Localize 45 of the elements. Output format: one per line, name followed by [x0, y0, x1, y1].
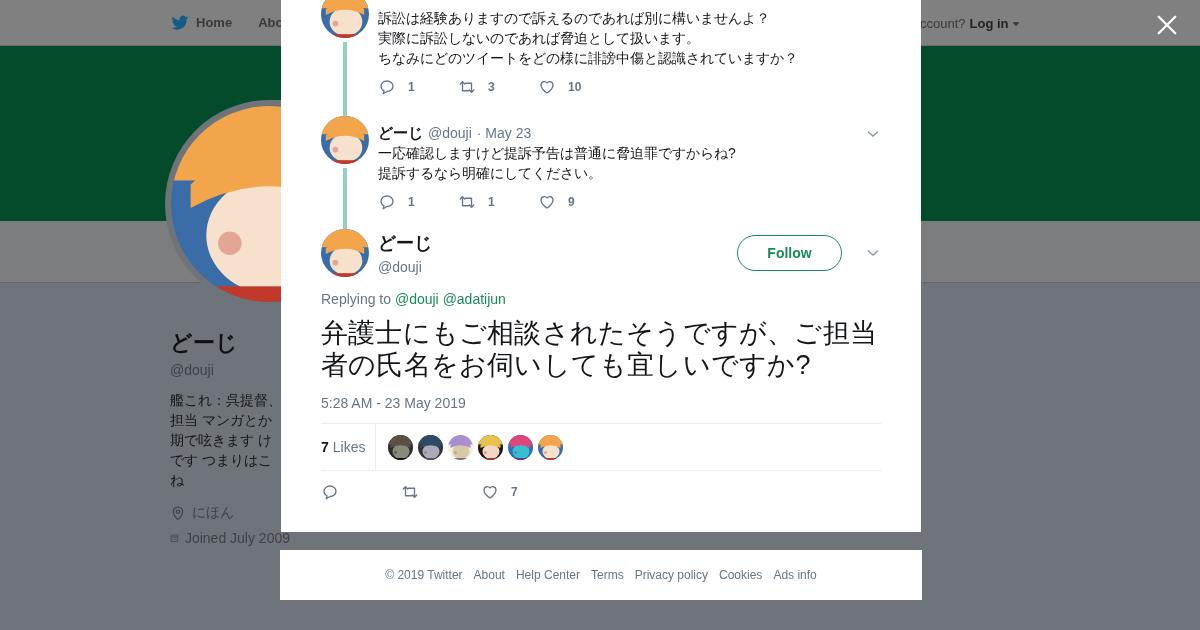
tweet-text: 一応確認しますけど提訴予告は普通に脅迫罪ですからね? 提訴するなら明確にしてください。 — [378, 144, 737, 183]
copyright-text: © 2019 Twitter — [385, 568, 463, 582]
caret-icon — [1011, 19, 1020, 28]
heart-icon[interactable] — [538, 78, 556, 96]
heart-icon[interactable] — [538, 193, 556, 211]
reply-icon[interactable] — [378, 78, 396, 96]
retweet-icon[interactable] — [458, 78, 476, 96]
footer-link[interactable]: Cookies — [719, 568, 763, 582]
author-handle: @douji — [378, 259, 423, 275]
location-icon — [170, 505, 186, 521]
mention-link[interactable]: @douji — [394, 291, 439, 307]
mention-link[interactable]: @adatijun — [442, 291, 506, 307]
account-prompt: ccount? — [920, 16, 966, 31]
action-count: 9 — [568, 195, 575, 209]
profile-bio: 艦これ：呉提督、 担当 マンガとか 期で呟きます け です つまりはこ ね — [170, 391, 283, 490]
action-count: 7 — [511, 485, 518, 499]
action-count: 1 — [488, 195, 495, 209]
author-handle: @douji — [428, 125, 472, 141]
nav-link[interactable]: Home — [170, 12, 233, 33]
footer-link[interactable]: Ads info — [773, 568, 817, 582]
action-count: 1 — [408, 80, 415, 94]
profile-name: どーじ — [170, 329, 239, 357]
footer-link[interactable]: Terms — [591, 568, 624, 582]
tweet-text: 弁護士にもご相談されたそうですが、ご担当者の氏名をお伺いしても宜しいですか? — [321, 317, 878, 381]
replying-to-text: Replying to @douji @adatijun — [321, 291, 507, 307]
action-count: 10 — [568, 80, 582, 94]
tweet-text: 訴訟は経験ありますので訴えるのであれば別に構いませんよ？ 実際に訴訟しないのであれば脅迫として扱います。 ちなみにどのツイートをどの様に誹謗中傷と認識されていますか？ — [378, 9, 799, 68]
author-name[interactable]: どーじ — [378, 231, 432, 255]
login-link[interactable]: Log in — [969, 16, 1020, 31]
retweet-icon[interactable] — [401, 483, 419, 501]
heart-icon[interactable] — [481, 483, 499, 501]
action-count: 3 — [488, 80, 495, 94]
reply-icon[interactable] — [378, 193, 396, 211]
footer-link[interactable]: About — [473, 568, 505, 582]
retweet-icon[interactable] — [458, 193, 476, 211]
tweet-date[interactable]: · May 23 — [476, 125, 532, 141]
footer-link[interactable]: Privacy policy — [634, 568, 708, 582]
close-icon[interactable] — [1156, 14, 1178, 36]
footer-link[interactable]: Help Center — [515, 568, 580, 582]
follow-button[interactable]: Follow — [737, 235, 842, 271]
likes-count[interactable]: 7 Likes — [321, 424, 377, 470]
reply-icon[interactable] — [321, 483, 339, 501]
author-name[interactable]: どーじ — [378, 124, 423, 143]
action-count: 1 — [408, 195, 415, 209]
tweet-timestamp: 5:28 AM - 23 May 2019 — [321, 395, 467, 411]
